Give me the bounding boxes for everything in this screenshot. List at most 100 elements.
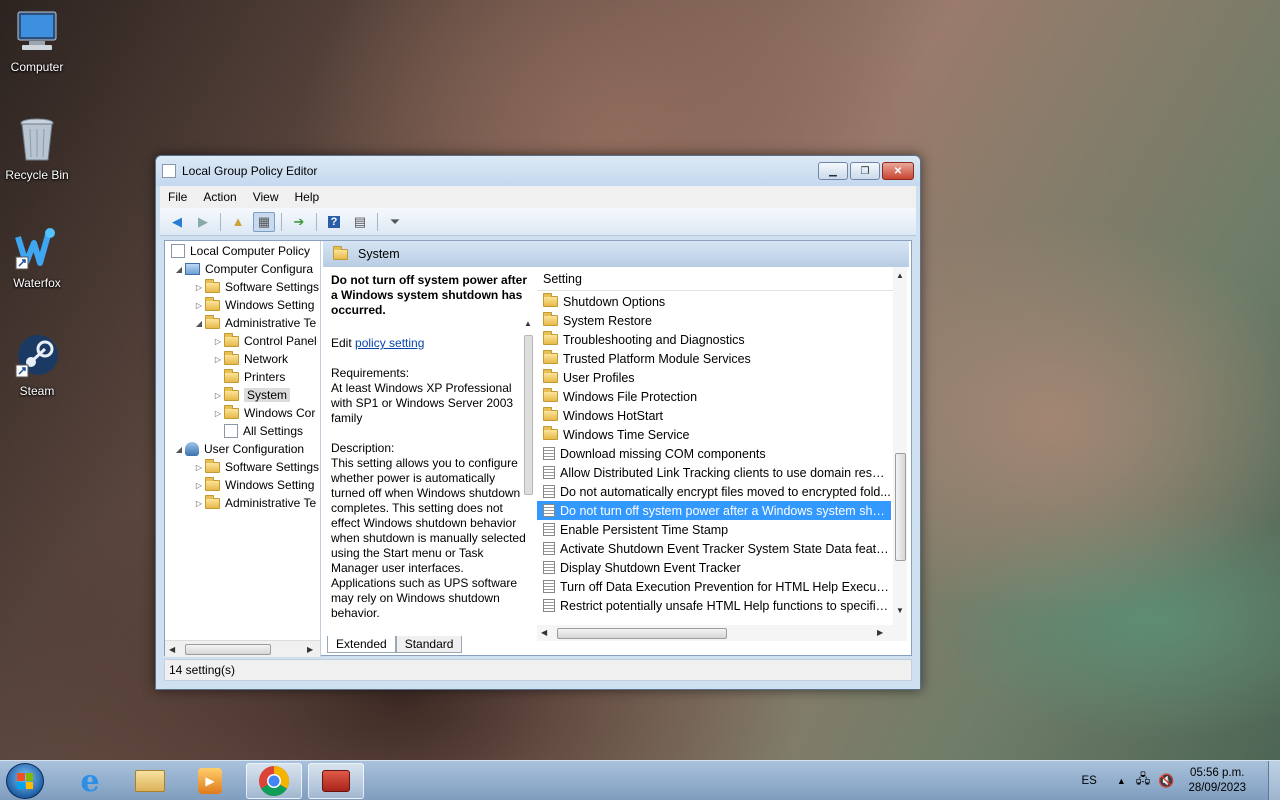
collapsed-arrow-icon[interactable]: ▷: [212, 391, 224, 400]
tree-item-administrative-templates[interactable]: ◢ Administrative Te: [193, 314, 316, 332]
collapsed-arrow-icon[interactable]: ▷: [193, 481, 205, 490]
folder-icon: [224, 350, 239, 365]
scrollbar-thumb[interactable]: [524, 335, 533, 495]
settings-folder-row[interactable]: Trusted Platform Module Services: [537, 349, 891, 368]
tree-item-windows-components[interactable]: ▷ Windows Cor: [212, 404, 315, 422]
settings-policy-row[interactable]: Do not turn off system power after a Win…: [537, 501, 891, 520]
policy-setting-icon: [543, 466, 555, 479]
clock[interactable]: 05:56 p.m. 28/09/2023: [1188, 766, 1246, 796]
tree-item-software-settings[interactable]: ▷ Software Settings: [193, 278, 319, 296]
show-hidden-icons-icon[interactable]: ▲: [1117, 776, 1126, 786]
settings-policy-row[interactable]: Do not automatically encrypt files moved…: [537, 482, 891, 501]
show-desktop-button[interactable]: [1268, 761, 1280, 800]
menu-file[interactable]: File: [160, 190, 195, 204]
settings-horizontal-scrollbar[interactable]: ◀ ▶: [537, 625, 907, 641]
settings-folder-row[interactable]: Windows File Protection: [537, 387, 891, 406]
start-button[interactable]: [6, 763, 44, 799]
desktop-icon-computer[interactable]: Computer: [0, 8, 74, 74]
taskbar-chrome[interactable]: [246, 763, 302, 799]
expanded-arrow-icon[interactable]: ◢: [193, 319, 205, 328]
tree-item-computer-configuration[interactable]: ◢ Computer Configura: [173, 260, 313, 278]
settings-folder-row[interactable]: User Profiles: [537, 368, 891, 387]
scroll-right-icon[interactable]: ▶: [877, 628, 883, 637]
show-hide-console-tree-button[interactable]: ▦: [253, 211, 275, 232]
tree-item-all-settings[interactable]: All Settings: [212, 422, 303, 440]
media-player-icon: ▶: [198, 768, 222, 794]
collapsed-arrow-icon[interactable]: ▷: [193, 283, 205, 292]
collapsed-arrow-icon[interactable]: ▷: [212, 409, 224, 418]
tree-item-user-windows-settings[interactable]: ▷ Windows Setting: [193, 476, 314, 494]
settings-policy-row[interactable]: Enable Persistent Time Stamp: [537, 520, 891, 539]
settings-vertical-scrollbar[interactable]: ▲ ▼: [893, 267, 907, 625]
settings-policy-row[interactable]: Activate Shutdown Event Tracker System S…: [537, 539, 891, 558]
close-button[interactable]: ✕: [882, 162, 914, 180]
back-button[interactable]: ◀: [166, 212, 188, 232]
settings-folder-row[interactable]: System Restore: [537, 311, 891, 330]
scrollbar-thumb[interactable]: [895, 453, 906, 561]
tree-item-network[interactable]: ▷ Network: [212, 350, 288, 368]
expanded-arrow-icon[interactable]: ◢: [173, 265, 185, 274]
scrollbar-thumb[interactable]: [557, 628, 727, 639]
taskbar-file-explorer[interactable]: [122, 763, 178, 799]
menu-help[interactable]: Help: [287, 190, 328, 204]
tree-item-local-computer-policy[interactable]: Local Computer Policy: [171, 242, 310, 260]
tree-item-windows-settings[interactable]: ▷ Windows Setting: [193, 296, 314, 314]
policy-setting-link[interactable]: policy setting: [355, 336, 424, 350]
scroll-left-icon[interactable]: ◀: [541, 628, 547, 637]
tree-item-system[interactable]: ▷ System: [212, 386, 291, 404]
maximize-button[interactable]: ❐: [850, 162, 880, 180]
desktop-icon-steam[interactable]: Steam: [0, 332, 74, 398]
taskbar-group-policy-editor[interactable]: [308, 763, 364, 799]
taskbar-internet-explorer[interactable]: e: [62, 763, 118, 799]
scroll-left-icon[interactable]: ◀: [169, 645, 175, 654]
settings-policy-row[interactable]: Turn off Data Execution Prevention for H…: [537, 577, 891, 596]
collapsed-arrow-icon[interactable]: ▷: [212, 355, 224, 364]
network-icon[interactable]: 🖧: [1136, 770, 1151, 792]
tree-item-printers[interactable]: Printers: [212, 368, 285, 386]
scrollbar-thumb[interactable]: [185, 644, 271, 655]
collapsed-arrow-icon[interactable]: ▷: [212, 337, 224, 346]
settings-folder-row[interactable]: Windows HotStart: [537, 406, 891, 425]
export-list-button[interactable]: ➔: [288, 212, 310, 232]
column-header-setting[interactable]: Setting: [537, 267, 893, 291]
scroll-up-icon[interactable]: ▲: [896, 271, 904, 280]
row-label: User Profiles: [563, 370, 635, 385]
title-bar[interactable]: Local Group Policy Editor ▁ ❐ ✕: [156, 156, 920, 186]
filter-button[interactable]: ⏷: [384, 212, 406, 232]
forward-button[interactable]: ▶: [192, 212, 214, 232]
scroll-right-icon[interactable]: ▶: [307, 645, 313, 654]
settings-policy-row[interactable]: Restrict potentially unsafe HTML Help fu…: [537, 596, 891, 615]
help-button[interactable]: ?: [323, 212, 345, 232]
collapsed-arrow-icon[interactable]: ▷: [193, 499, 205, 508]
scroll-up-icon[interactable]: ▲: [524, 319, 532, 328]
language-indicator[interactable]: ES: [1081, 775, 1096, 787]
expanded-arrow-icon[interactable]: ◢: [173, 445, 185, 454]
tree-horizontal-scrollbar[interactable]: ◀ ▶: [165, 640, 320, 657]
up-one-level-button[interactable]: ▲: [227, 212, 249, 232]
settings-policy-row[interactable]: Display Shutdown Event Tracker: [537, 558, 891, 577]
tree-item-user-configuration[interactable]: ◢ User Configuration: [173, 440, 304, 458]
tree-item-user-software-settings[interactable]: ▷ Software Settings: [193, 458, 319, 476]
taskbar-media-player[interactable]: ▶: [182, 763, 238, 799]
collapsed-arrow-icon[interactable]: ▷: [193, 463, 205, 472]
desktop-icon-waterfox[interactable]: Waterfox: [0, 224, 74, 290]
tree-item-user-administrative-templates[interactable]: ▷ Administrative Te: [193, 494, 316, 512]
tab-extended[interactable]: Extended: [327, 636, 396, 653]
settings-folder-row[interactable]: Shutdown Options: [537, 292, 891, 311]
show-hide-action-pane-button[interactable]: ▤: [349, 212, 371, 232]
settings-folder-row[interactable]: Windows Time Service: [537, 425, 891, 444]
minimize-button[interactable]: ▁: [818, 162, 848, 180]
settings-policy-row[interactable]: Download missing COM components: [537, 444, 891, 463]
scroll-down-icon[interactable]: ▼: [896, 606, 904, 615]
menu-action[interactable]: Action: [195, 190, 244, 204]
console-tree: Local Computer Policy ◢ Computer Configu…: [165, 241, 321, 657]
desktop-icon-recycle-bin[interactable]: Recycle Bin: [0, 116, 74, 182]
collapsed-arrow-icon[interactable]: ▷: [193, 301, 205, 310]
tab-standard[interactable]: Standard: [395, 636, 463, 653]
volume-muted-icon[interactable]: 🔇: [1158, 773, 1174, 789]
settings-policy-row[interactable]: Allow Distributed Link Tracking clients …: [537, 463, 891, 482]
menu-view[interactable]: View: [245, 190, 287, 204]
settings-folder-row[interactable]: Troubleshooting and Diagnostics: [537, 330, 891, 349]
description-scrollbar[interactable]: ▲: [522, 319, 534, 633]
tree-item-control-panel[interactable]: ▷ Control Panel: [212, 332, 317, 350]
